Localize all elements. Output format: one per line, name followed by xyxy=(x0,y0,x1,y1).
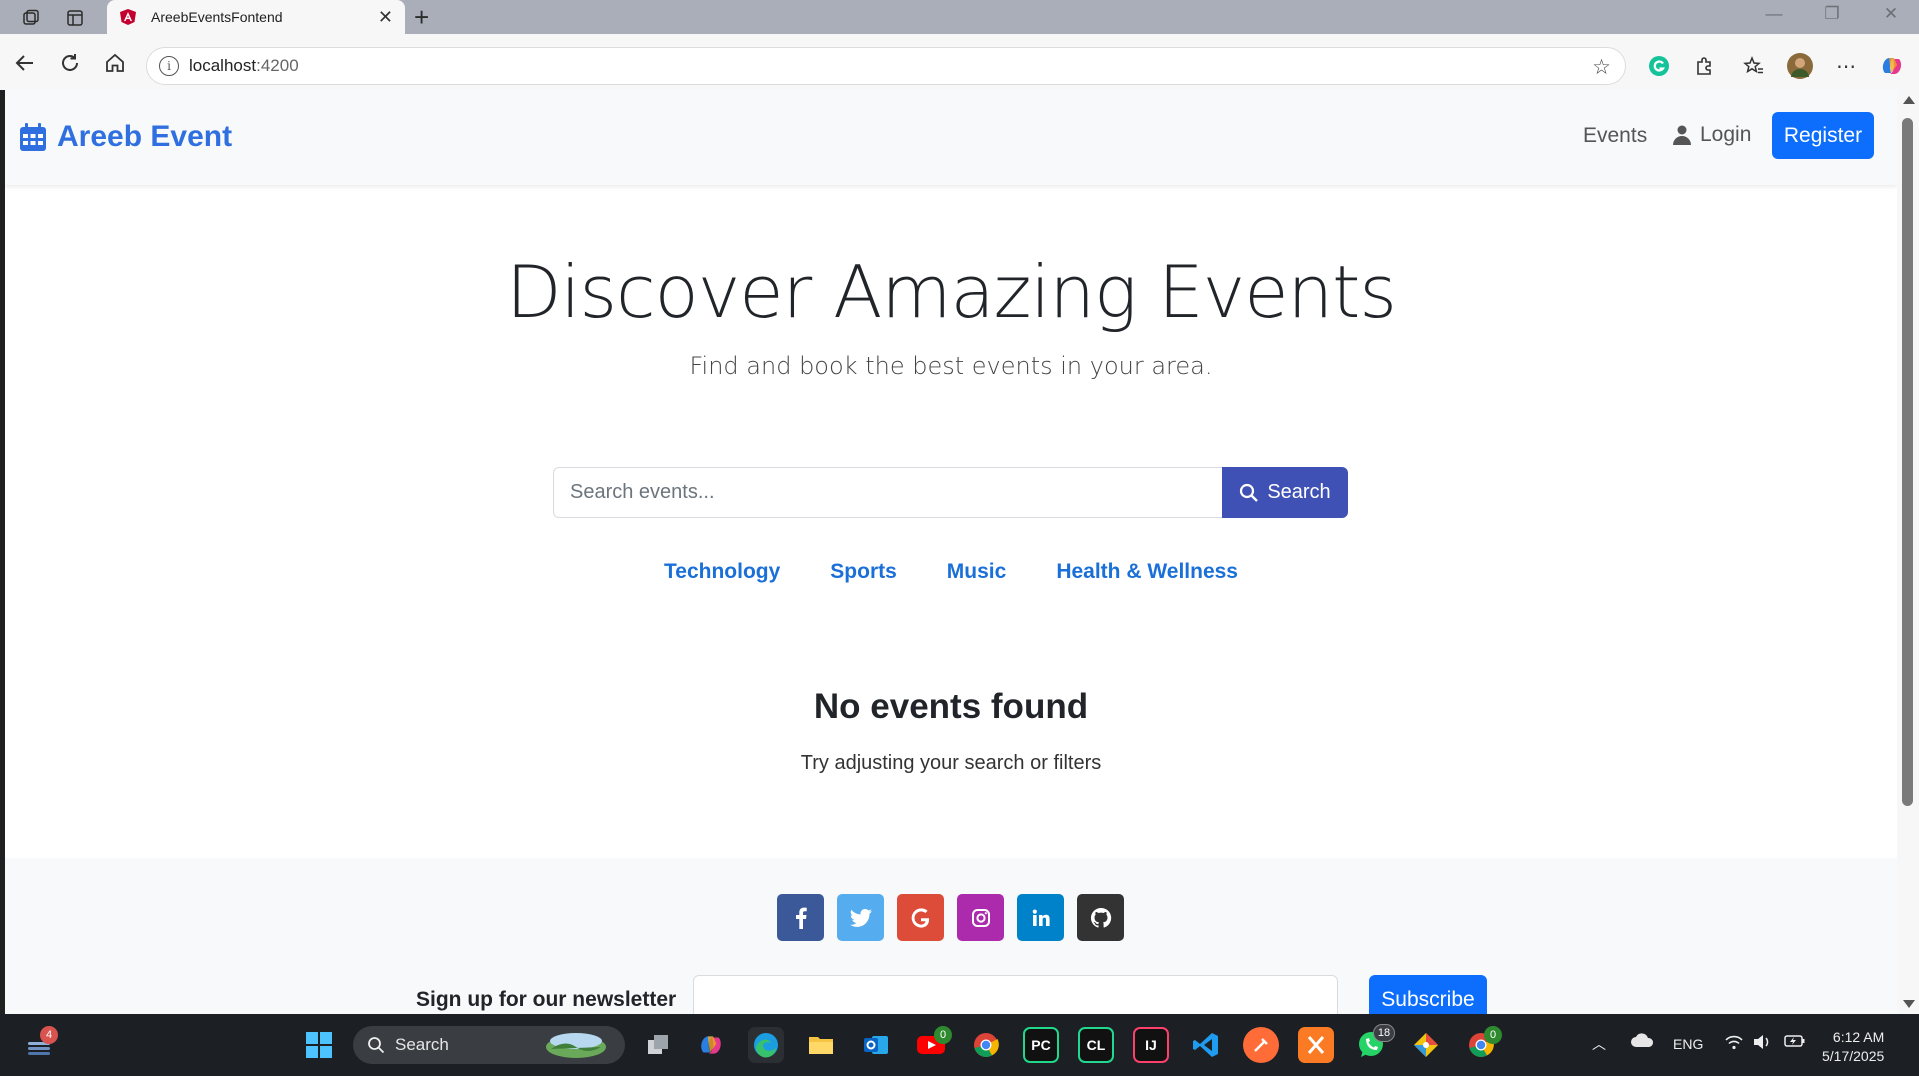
minimize-icon[interactable]: — xyxy=(1754,4,1794,24)
search-icon xyxy=(1240,483,1259,502)
system-clock[interactable]: 6:12 AM 5/17/2025 xyxy=(1822,1028,1884,1066)
hero-title: Discover Amazing Events xyxy=(506,250,1397,334)
taskbar-search-icon xyxy=(368,1037,385,1054)
empty-state-message: Try adjusting your search or filters xyxy=(800,752,1102,774)
category-health-wellness[interactable]: Health & Wellness xyxy=(1056,560,1238,584)
page-viewport: Areeb Event Events Login Register Discov… xyxy=(5,90,1897,1014)
chrome-badge: 0 xyxy=(1484,1026,1502,1044)
user-icon xyxy=(1673,125,1691,145)
angular-favicon-icon xyxy=(119,8,137,26)
url-text: localhost:4200 xyxy=(189,56,299,75)
youtube-badge: 0 xyxy=(934,1026,952,1044)
favorites-icon[interactable] xyxy=(1738,50,1770,82)
wifi-icon[interactable] xyxy=(1725,1034,1743,1053)
google-icon[interactable] xyxy=(897,894,944,941)
tray-overflow-icon[interactable]: ︿ xyxy=(1592,1034,1606,1054)
active-tab[interactable]: AreebEventsFontend ✕ xyxy=(107,0,405,34)
scrollbar-thumb[interactable] xyxy=(1902,118,1913,806)
edge-app-icon[interactable] xyxy=(748,1027,784,1063)
windows-taskbar: 4 Search 0 PC CL IJ 18 0 ︿ ENG 6:12 AM 5… xyxy=(0,1014,1919,1076)
subscribe-button[interactable]: Subscribe xyxy=(1369,975,1487,1014)
brand-name: Areeb Event xyxy=(57,120,233,153)
site-info-icon[interactable]: i xyxy=(159,56,179,76)
brand-logo[interactable]: Areeb Event xyxy=(19,120,232,154)
volume-icon[interactable] xyxy=(1753,1034,1771,1053)
search-bar: Search xyxy=(553,467,1348,518)
pycharm-icon[interactable]: PC xyxy=(1023,1027,1059,1063)
extensions-icon[interactable] xyxy=(1688,50,1720,82)
grammarly-extension-icon[interactable] xyxy=(1643,50,1675,82)
file-explorer-icon[interactable] xyxy=(803,1027,839,1063)
reload-icon[interactable] xyxy=(55,48,85,78)
window-close-icon[interactable]: ✕ xyxy=(1871,4,1911,24)
more-options-icon[interactable]: ⋯ xyxy=(1830,50,1862,82)
windows-start-icon[interactable] xyxy=(301,1027,337,1063)
clock-date: 5/17/2025 xyxy=(1822,1048,1885,1064)
tab-title: AreebEventsFontend xyxy=(151,9,283,25)
workspaces-icon[interactable] xyxy=(14,4,48,32)
hero-subtitle: Find and book the best events in your ar… xyxy=(689,352,1213,380)
nav-link-login[interactable]: Login xyxy=(1673,123,1751,147)
newsletter-label: Sign up for our newsletter xyxy=(416,988,677,1011)
login-label: Login xyxy=(1700,123,1752,146)
search-highlight-icon xyxy=(546,1033,606,1058)
vertical-tabs-icon[interactable] xyxy=(58,4,92,32)
facebook-icon[interactable] xyxy=(777,894,824,941)
onedrive-icon[interactable] xyxy=(1630,1032,1654,1051)
battery-icon[interactable] xyxy=(1784,1034,1806,1051)
site-footer: Sign up for our newsletter Subscribe xyxy=(5,858,1897,1014)
empty-state-title: No events found xyxy=(813,687,1089,726)
restore-icon[interactable]: ❐ xyxy=(1812,4,1852,24)
category-technology[interactable]: Technology xyxy=(664,560,780,584)
register-button[interactable]: Register xyxy=(1772,112,1874,159)
xampp-icon[interactable] xyxy=(1298,1027,1334,1063)
category-music[interactable]: Music xyxy=(947,560,1007,584)
browser-tabstrip: AreebEventsFontend ✕ + — ❐ ✕ xyxy=(0,0,1919,34)
scroll-down-arrow-icon[interactable] xyxy=(1903,1000,1915,1008)
home-icon[interactable] xyxy=(100,48,130,78)
instagram-icon[interactable] xyxy=(957,894,1004,941)
copilot-app-icon[interactable] xyxy=(693,1027,729,1063)
site-navbar: Areeb Event Events Login Register xyxy=(5,90,1897,185)
language-indicator[interactable]: ENG xyxy=(1673,1036,1703,1052)
widgets-notification-badge: 4 xyxy=(40,1026,58,1044)
clock-time: 6:12 AM xyxy=(1832,1029,1885,1045)
intellij-icon[interactable]: IJ xyxy=(1133,1027,1169,1063)
git-tool-icon[interactable] xyxy=(1408,1027,1444,1063)
vscode-icon[interactable] xyxy=(1188,1027,1224,1063)
category-sports[interactable]: Sports xyxy=(830,560,897,584)
new-tab-icon[interactable]: + xyxy=(414,2,429,33)
whatsapp-badge: 18 xyxy=(1373,1024,1395,1042)
tab-close-icon[interactable]: ✕ xyxy=(378,7,393,28)
task-view-icon[interactable] xyxy=(640,1027,676,1063)
clion-icon[interactable]: CL xyxy=(1078,1027,1114,1063)
search-button-label: Search xyxy=(1267,481,1331,503)
twitter-icon[interactable] xyxy=(837,894,884,941)
search-button[interactable]: Search xyxy=(1222,467,1348,518)
outlook-icon[interactable] xyxy=(858,1027,894,1063)
github-icon[interactable] xyxy=(1077,894,1124,941)
back-icon[interactable] xyxy=(10,48,40,78)
newsletter-email-input[interactable] xyxy=(693,975,1338,1014)
taskbar-search[interactable]: Search xyxy=(353,1026,625,1064)
page-scrollbar[interactable] xyxy=(1897,90,1919,1014)
scroll-up-arrow-icon[interactable] xyxy=(1903,96,1915,104)
search-input[interactable] xyxy=(553,467,1222,518)
profile-avatar[interactable] xyxy=(1784,50,1816,82)
favorite-star-icon[interactable]: ☆ xyxy=(1592,55,1611,80)
taskbar-search-label: Search xyxy=(395,1035,449,1054)
chrome-icon[interactable] xyxy=(968,1027,1004,1063)
postman-icon[interactable] xyxy=(1243,1027,1279,1063)
linkedin-icon[interactable] xyxy=(1017,894,1064,941)
category-filters: Technology Sports Music Health & Wellnes… xyxy=(5,560,1897,584)
address-bar[interactable]: i localhost:4200 ☆ xyxy=(146,47,1626,85)
calendar-icon xyxy=(20,123,46,151)
copilot-icon[interactable] xyxy=(1876,50,1908,82)
social-links xyxy=(777,894,1124,941)
nav-link-events[interactable]: Events xyxy=(1583,124,1647,148)
